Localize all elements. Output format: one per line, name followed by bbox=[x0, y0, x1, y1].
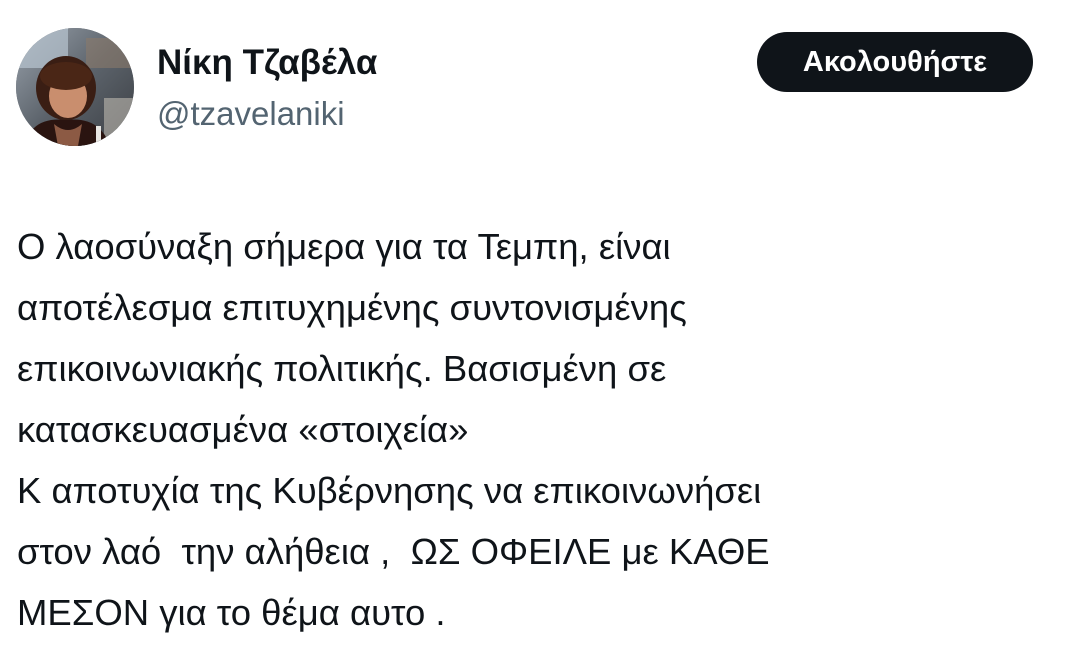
follow-button[interactable]: Ακολουθήστε bbox=[757, 32, 1033, 92]
tweet-text: Ο λαοσύναξη σήμερα για τα Τεμπη, είναι α… bbox=[17, 216, 1057, 643]
tweet-text-line: Κ αποτυχία της Κυβέρνησης να επικοινωνήσ… bbox=[17, 470, 762, 511]
tweet-text-line: κατασκευασμένα «στοιχεία» bbox=[17, 409, 469, 450]
author-handle[interactable]: @tzavelaniki bbox=[157, 92, 345, 136]
profile-photo-icon bbox=[16, 28, 134, 146]
tweet-text-line: ΜΕΣΟΝ για το θέμα αυτο . bbox=[17, 592, 446, 633]
author-avatar[interactable] bbox=[16, 28, 134, 146]
tweet-text-line: στον λαό την αλήθεια , ΩΣ ΟΦΕΙΛΕ με ΚΑΘΕ bbox=[17, 531, 770, 572]
tweet-text-line: Ο λαοσύναξη σήμερα για τα Τεμπη, είναι bbox=[17, 226, 671, 267]
author-display-name[interactable]: Νίκη Τζαβέλα bbox=[157, 40, 377, 86]
tweet-text-line: επικοινωνιακής πολιτικής. Βασισμένη σε bbox=[17, 348, 667, 389]
tweet-card: Νίκη Τζαβέλα @tzavelaniki Ακολουθήστε Ο … bbox=[0, 0, 1070, 671]
tweet-text-line: αποτέλεσμα επιτυχημένης συντονισμένης bbox=[17, 287, 687, 328]
